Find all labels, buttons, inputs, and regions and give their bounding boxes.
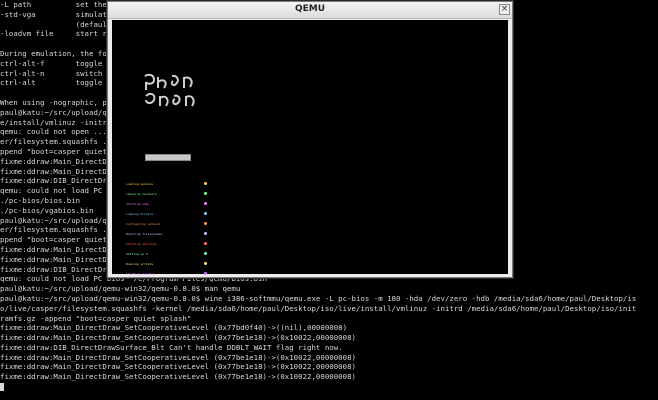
terminal-line: ramfs.gz -append "boot=casper quiet spla… — [0, 313, 192, 323]
boot-status-dot — [204, 252, 207, 255]
terminal-line: fixme:ddraw:Main_DirectDraw_SetCooperati… — [0, 333, 356, 343]
terminal-line: o/live/casper/filesystem.squashfs -kerne… — [0, 303, 637, 313]
boot-status-dot — [204, 242, 207, 245]
terminal-line: fixme:ddraw:Main_DirectDraw_SetCooperati… — [0, 323, 348, 333]
boot-status-dot — [204, 212, 207, 215]
terminal-cursor — [0, 383, 4, 392]
boot-line: Loading modules — [126, 182, 154, 186]
terminal-line: fixme:ddraw:Main_DirectDraw_SetCooperati… — [0, 372, 356, 382]
terminal-line: fixme:ddraw:Main_DirectDraw_SetCooperati… — [0, 352, 356, 362]
boot-line: Setting up X — [126, 252, 148, 256]
boot-status-dot — [204, 272, 207, 275]
qemu-window[interactable]: QEMU × Loading modules Checking hardware S… — [107, 1, 513, 278]
terminal-line — [0, 382, 658, 392]
boot-status-dot — [204, 182, 207, 185]
emulator-screen[interactable]: Loading modules Checking hardware Starting… — [112, 20, 508, 276]
window-title: QEMU — [294, 4, 326, 14]
boot-status-dot — [204, 232, 207, 235]
boot-status-dot — [204, 202, 207, 205]
boot-status-dot — [204, 222, 207, 225]
terminal-line: fixme:ddraw:DIB_DirectDrawSurface_Blt Ca… — [0, 342, 343, 352]
boot-line: Running scripts — [126, 262, 154, 266]
qemu-titlebar[interactable]: QEMU × — [108, 2, 512, 19]
boot-line: Starting desktop — [126, 272, 155, 276]
kubuntu-logo — [144, 73, 195, 107]
boot-progress-bar — [145, 154, 191, 161]
boot-line: Mounting filesystems — [126, 232, 163, 236]
terminal-line: paul@katu:~/src/upload/qemu-win32/qemu-0… — [0, 293, 637, 303]
boot-line: Loading drivers — [126, 212, 154, 216]
boot-line: Starting udev — [126, 202, 150, 206]
boot-line: Starting services — [126, 242, 157, 246]
terminal-line: paul@katu:~/src/upload/qemu-win32/qemu-0… — [0, 284, 241, 294]
boot-status-dot — [204, 262, 207, 265]
boot-status-dot — [204, 192, 207, 195]
boot-line: Checking hardware — [126, 192, 157, 196]
terminal-line: fixme:ddraw:Main_DirectDraw_SetCooperati… — [0, 362, 356, 372]
close-button[interactable]: × — [499, 4, 510, 15]
boot-line: Configuring network — [126, 222, 161, 226]
